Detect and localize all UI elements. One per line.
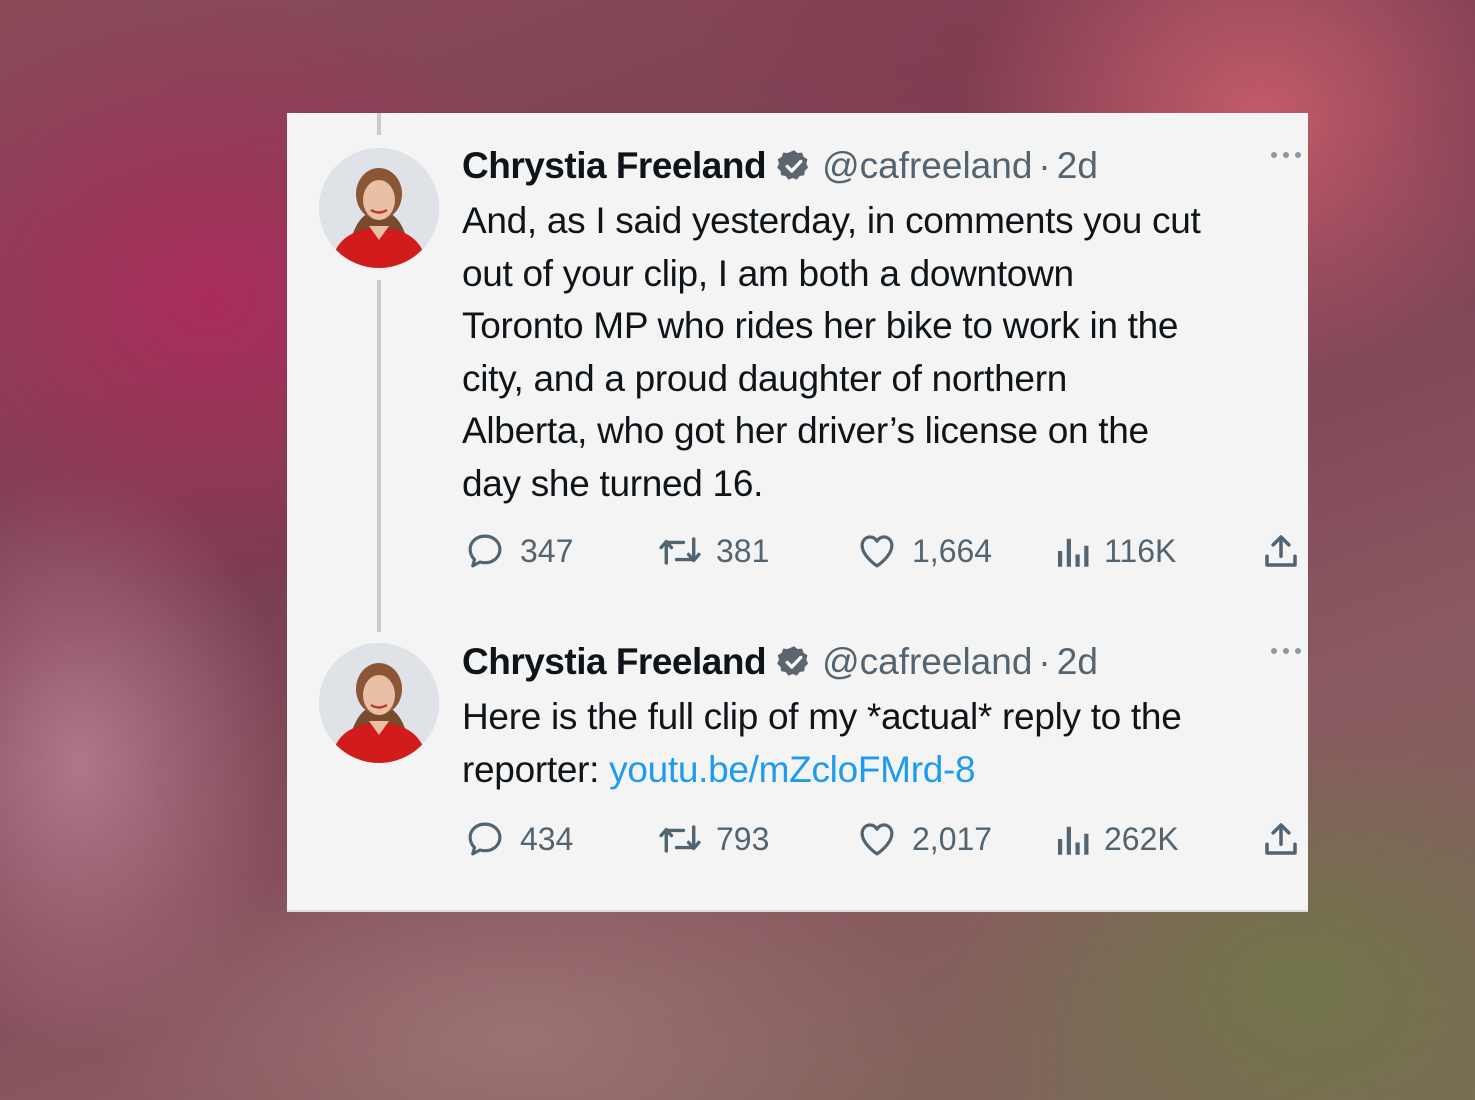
tweet-header: Chrystia Freeland @cafreeland · 2d — [462, 141, 1308, 191]
view-count: 116K — [1104, 532, 1177, 569]
tweet-text-line: Toronto MP who rides her bike to work in… — [462, 305, 1179, 346]
repost-count: 381 — [716, 532, 770, 569]
share-button[interactable] — [1260, 528, 1308, 574]
more-icon[interactable] — [1266, 147, 1306, 163]
author-handle[interactable]: @cafreeland — [822, 145, 1032, 187]
thread-connector-line — [377, 280, 381, 632]
reply-count: 347 — [520, 532, 574, 569]
tweet-text-prefix: reporter: — [462, 748, 610, 790]
tweet-text-line: Alberta, who got her driver’s license on… — [462, 410, 1149, 451]
timestamp[interactable]: 2d — [1057, 641, 1098, 683]
tweet-actions: 434 793 2,017 262K — [462, 816, 1308, 862]
like-button[interactable]: 1,664 — [854, 528, 992, 574]
repost-icon — [659, 825, 701, 853]
avatar[interactable] — [319, 643, 439, 763]
author-handle[interactable]: @cafreeland — [822, 641, 1032, 683]
like-icon — [860, 535, 894, 568]
reply-icon — [468, 822, 502, 856]
tweet-link[interactable]: youtu.be/mZcloFMrd-8 — [609, 749, 975, 790]
like-button[interactable]: 2,017 — [854, 816, 992, 862]
tweet-text: And, as I said yesterday, in comments yo… — [462, 195, 1302, 510]
tweet-thread-card: Chrystia Freeland @cafreeland · 2d And, … — [287, 113, 1308, 912]
repost-button[interactable]: 793 — [656, 816, 769, 862]
avatar[interactable] — [319, 148, 439, 268]
view-count: 262K — [1104, 820, 1179, 857]
tweet-actions: 347 381 1,664 116K — [462, 528, 1308, 574]
profile-photo — [319, 148, 439, 268]
tweet-text-line: city, and a proud daughter of northern — [462, 357, 1067, 399]
repost-count: 793 — [716, 820, 770, 857]
reply-icon — [468, 534, 502, 568]
author-name[interactable]: Chrystia Freeland — [462, 641, 767, 683]
divider — [287, 910, 1308, 912]
reply-button[interactable]: 434 — [462, 816, 573, 862]
reply-count: 434 — [520, 820, 574, 857]
like-icon — [860, 823, 894, 856]
author-name[interactable]: Chrystia Freeland — [462, 145, 767, 187]
views-button[interactable]: 116K — [1052, 528, 1176, 574]
tweet-text-line: Here is the full clip of my *actual* rep… — [462, 696, 1182, 737]
tweet-text-line: And, as I said yesterday, in comments yo… — [462, 200, 1201, 241]
views-icon — [1058, 538, 1089, 567]
timestamp[interactable]: 2d — [1057, 145, 1098, 187]
tweet-text-line: day she turned 16. — [462, 462, 764, 504]
tweet-header: Chrystia Freeland @cafreeland · 2d — [462, 637, 1308, 687]
more-icon[interactable] — [1266, 643, 1306, 659]
share-icon — [1265, 535, 1297, 567]
views-button[interactable]: 262K — [1052, 816, 1179, 862]
separator-dot: · — [1038, 145, 1051, 186]
repost-icon — [659, 537, 701, 565]
reply-button[interactable]: 347 — [462, 528, 573, 574]
tweet-text-line: out of your clip, I am both a downtown — [462, 252, 1074, 294]
separator-dot: · — [1038, 641, 1051, 682]
thread-connector-line — [377, 113, 381, 135]
tweet-text: Here is the full clip of my *actual* rep… — [462, 691, 1302, 796]
share-button[interactable] — [1260, 816, 1308, 862]
repost-button[interactable]: 381 — [656, 528, 769, 574]
tweet-text-line: reporter: youtu.be/mZcloFMrd-8 — [462, 744, 1302, 797]
share-icon — [1265, 823, 1297, 855]
like-count: 1,664 — [912, 532, 993, 569]
views-icon — [1058, 826, 1089, 855]
profile-photo — [319, 643, 439, 763]
verified-badge-icon — [777, 150, 809, 180]
like-count: 2,017 — [912, 820, 993, 857]
verified-badge-icon — [777, 646, 809, 676]
